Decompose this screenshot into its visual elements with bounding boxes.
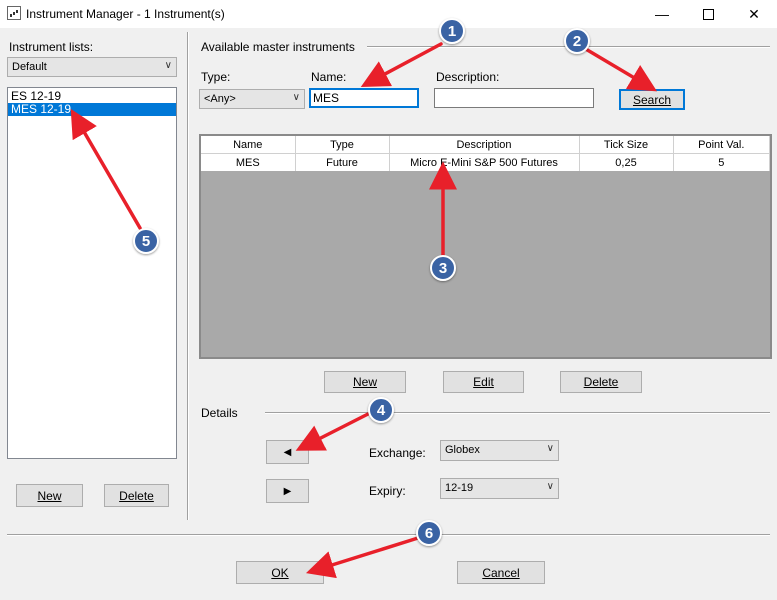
table-cell: 0,25 (579, 153, 674, 171)
title-bar: Instrument Manager - 1 Instrument(s) — ✕ (0, 0, 777, 28)
maximize-button[interactable] (685, 0, 731, 28)
name-label: Name: (311, 70, 347, 84)
search-label: Search (632, 92, 672, 107)
ok-button[interactable]: OK (236, 561, 324, 584)
minimize-icon: — (655, 6, 669, 22)
grid-edit-label: Edit (473, 375, 494, 389)
window-title: Instrument Manager - 1 Instrument(s) (26, 7, 225, 21)
list-new-label: New (37, 488, 62, 503)
chevron-down-icon: ∨ (546, 481, 554, 492)
list-new-button[interactable]: New (16, 484, 83, 507)
list-delete-button[interactable]: Delete (104, 484, 169, 507)
table-cell: Micro E-Mini S&P 500 Futures (389, 153, 580, 171)
list-delete-label: Delete (119, 488, 154, 503)
instrument-list-combo[interactable]: Default ∨ (7, 57, 177, 77)
instrument-grid[interactable]: Name Type Description Tick Size Point Val. M… (199, 134, 772, 359)
type-value: <Any> (204, 93, 236, 105)
chevron-down-icon: ∨ (164, 60, 172, 71)
search-button[interactable]: Search (619, 89, 685, 110)
annotation-marker-4: 4 (368, 397, 394, 423)
list-item[interactable]: MES 12-19 (8, 103, 176, 116)
annotation-marker-2: 2 (564, 28, 590, 54)
grid-delete-button[interactable]: Delete (560, 371, 642, 393)
annotation-marker-1: 1 (439, 18, 465, 44)
annotation-marker-5: 5 (133, 228, 159, 254)
minimize-button[interactable]: — (639, 0, 685, 28)
next-button[interactable]: ▶ (266, 479, 309, 503)
prev-button[interactable]: ◀ (266, 440, 309, 464)
maximize-icon (702, 8, 714, 20)
exchange-label: Exchange: (369, 446, 426, 460)
vertical-separator (187, 32, 189, 520)
table-cell: Future (295, 153, 390, 171)
expiry-combo[interactable]: 12-19 ∨ (440, 478, 559, 499)
column-header[interactable]: Description (389, 136, 580, 154)
chevron-down-icon: ∨ (292, 92, 300, 103)
exchange-combo[interactable]: Globex ∨ (440, 440, 559, 461)
details-group-line (265, 412, 770, 414)
instrument-list[interactable]: ES 12-19 MES 12-19 (7, 87, 177, 459)
description-label: Description: (436, 70, 500, 84)
type-label: Type: (201, 70, 231, 84)
name-input[interactable]: MES (309, 88, 419, 108)
app-icon (7, 6, 21, 20)
instrument-lists-label: Instrument lists: (9, 40, 94, 54)
grid-new-label: New (352, 375, 377, 389)
expiry-label: Expiry: (369, 484, 406, 498)
grid-delete-label: Delete (583, 375, 619, 389)
instrument-list-value: Default (12, 61, 47, 73)
grid-edit-button[interactable]: Edit (443, 371, 524, 393)
exchange-value: Globex (445, 444, 480, 456)
table-row[interactable]: MES Future Micro E-Mini S&P 500 Futures 0,2… (201, 153, 770, 171)
column-header[interactable]: Tick Size (579, 136, 674, 154)
chevron-down-icon: ∨ (546, 443, 554, 454)
close-icon: ✕ (748, 5, 760, 22)
cancel-button[interactable]: Cancel (457, 561, 545, 584)
type-combo[interactable]: <Any> ∨ (199, 89, 305, 109)
column-header[interactable]: Name (201, 136, 296, 154)
table-cell: MES (201, 153, 296, 171)
triangle-right-icon: ▶ (283, 485, 292, 497)
annotation-marker-6: 6 (416, 520, 442, 546)
instrument-table: Name Type Description Tick Size Point Val. M… (201, 136, 770, 171)
master-group-label: Available master instruments (201, 40, 355, 54)
annotation-marker-3: 3 (430, 255, 456, 281)
details-group-label: Details (201, 406, 238, 420)
column-header[interactable]: Point Val. (673, 136, 770, 154)
expiry-value: 12-19 (445, 482, 474, 494)
column-header[interactable]: Type (295, 136, 390, 154)
table-cell: 5 (673, 153, 770, 171)
cancel-label: Cancel (482, 565, 520, 580)
description-input[interactable] (434, 88, 594, 108)
ok-label: OK (271, 565, 289, 580)
close-button[interactable]: ✕ (731, 0, 777, 28)
grid-new-button[interactable]: New (324, 371, 406, 393)
triangle-left-icon: ◀ (283, 446, 292, 458)
footer-separator (7, 534, 770, 536)
